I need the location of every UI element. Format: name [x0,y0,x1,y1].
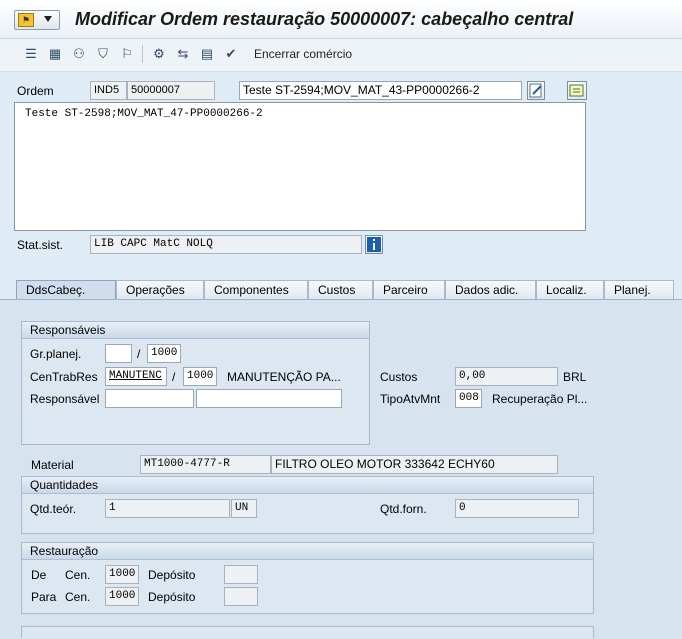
planner-group-field[interactable] [105,344,132,363]
info-icon [367,237,381,252]
material-label: Material [31,458,74,472]
to-plant-label: Cen. [65,590,91,604]
responsibles-group-title: Responsáveis [22,322,369,339]
workcenter-field[interactable]: MANUTENC [105,367,167,386]
to-label: Para [31,590,57,604]
unit-field: UN [231,499,257,518]
order-description-field[interactable]: Teste ST-2594;MOV_MAT_43-PP0000266-2 [239,81,522,100]
hat-icon[interactable]: ⛉ [94,45,112,63]
material-icon[interactable]: ⚙ [150,45,168,63]
theoretical-quantity-field: 1 [105,499,230,518]
text-editor-button[interactable] [567,81,587,100]
from-label: De [31,568,47,582]
responsible-name-field[interactable] [196,389,342,408]
material-field: MT1000-4777-R [140,455,271,474]
system-menu-button[interactable]: ⚑ [14,10,60,30]
tab-additional-data[interactable]: Dados adic. [445,280,536,299]
tab-components[interactable]: Componentes [204,280,308,299]
slash-separator: / [137,347,141,361]
pencil-icon [529,83,542,98]
tab-costs[interactable]: Custos [308,280,373,299]
material-description-field: FILTRO OLEO MOTOR 333642 ECHY60 [271,455,558,474]
order-label: Ordem [17,84,54,98]
system-status-label: Stat.sist. [17,238,64,252]
theoretical-quantity-label: Qtd.teór. [30,502,77,516]
planner-group-plant-field[interactable]: 1000 [147,344,181,363]
supplied-quantity-field: 0 [455,499,579,518]
tab-header-data[interactable]: DdsCabeç. [16,280,116,299]
tab-operations[interactable]: Operações [116,280,204,299]
editor-icon [569,84,584,97]
people-icon[interactable]: ⚇ [70,45,88,63]
system-menu-icon: ⚑ [18,13,34,27]
move-icon[interactable]: ⇆ [174,45,192,63]
slash-separator: / [172,370,176,384]
activity-type-label: TipoAtvMnt [380,392,441,406]
activity-type-description: Recuperação Pl... [492,392,588,406]
from-plant-field: 1000 [105,565,139,584]
calculator-icon[interactable]: ▦ [46,45,64,63]
restoration-group-title: Restauração [22,543,593,560]
workcenter-label: CenTrabRes [30,370,98,384]
flag-icon[interactable]: ⚐ [118,45,136,63]
check-icon[interactable]: ✔ [222,45,240,63]
application-toolbar: ☰ ▦ ⚇ ⛉ ⚐ ⚙ ⇆ ▤ ✔ Encerrar comércio [0,39,682,72]
supplied-quantity-label: Qtd.forn. [380,502,427,516]
title-bar: ⚑ Modificar Ordem restauração 50000007: … [0,0,682,39]
costs-label: Custos [380,370,418,384]
from-plant-label: Cen. [65,568,91,582]
to-storage-field [224,587,258,606]
page-title: Modificar Ordem restauração 50000007: ca… [75,9,574,29]
tab-location[interactable]: Localiz. [536,280,604,299]
tab-partner[interactable]: Parceiro [373,280,445,299]
to-storage-label: Depósito [148,590,196,604]
next-group [21,626,594,638]
workcenter-description: MANUTENÇÃO PA... [227,370,341,384]
status-info-button[interactable] [365,235,383,254]
activity-type-field[interactable]: 008 [455,389,482,408]
toolbar-separator [142,45,143,63]
edit-long-text-button[interactable] [527,81,545,100]
order-number-field: 50000007 [127,81,215,100]
responsible-label: Responsável [30,392,100,406]
system-status-field: LIB CAPC MatC NOLQ [90,235,362,254]
to-plant-field: 1000 [105,587,139,606]
from-storage-field [224,565,258,584]
costs-field: 0,00 [455,367,558,386]
currency-label: BRL [563,370,587,384]
planner-group-label: Gr.planej. [30,347,82,361]
long-text-area[interactable]: Teste ST-2598;MOV_MAT_47-PP0000266-2 [14,102,586,231]
list-icon[interactable]: ☰ [22,45,40,63]
responsible-field[interactable] [105,389,194,408]
tab-planning[interactable]: Planej. [604,280,674,299]
document-icon[interactable]: ▤ [198,45,216,63]
order-type-field: IND5 [90,81,127,100]
quantities-group-title: Quantidades [22,477,593,494]
workcenter-plant-field[interactable]: 1000 [183,367,217,386]
chevron-down-icon [44,16,52,22]
from-storage-label: Depósito [148,568,196,582]
end-commerce-button[interactable]: Encerrar comércio [254,47,352,61]
